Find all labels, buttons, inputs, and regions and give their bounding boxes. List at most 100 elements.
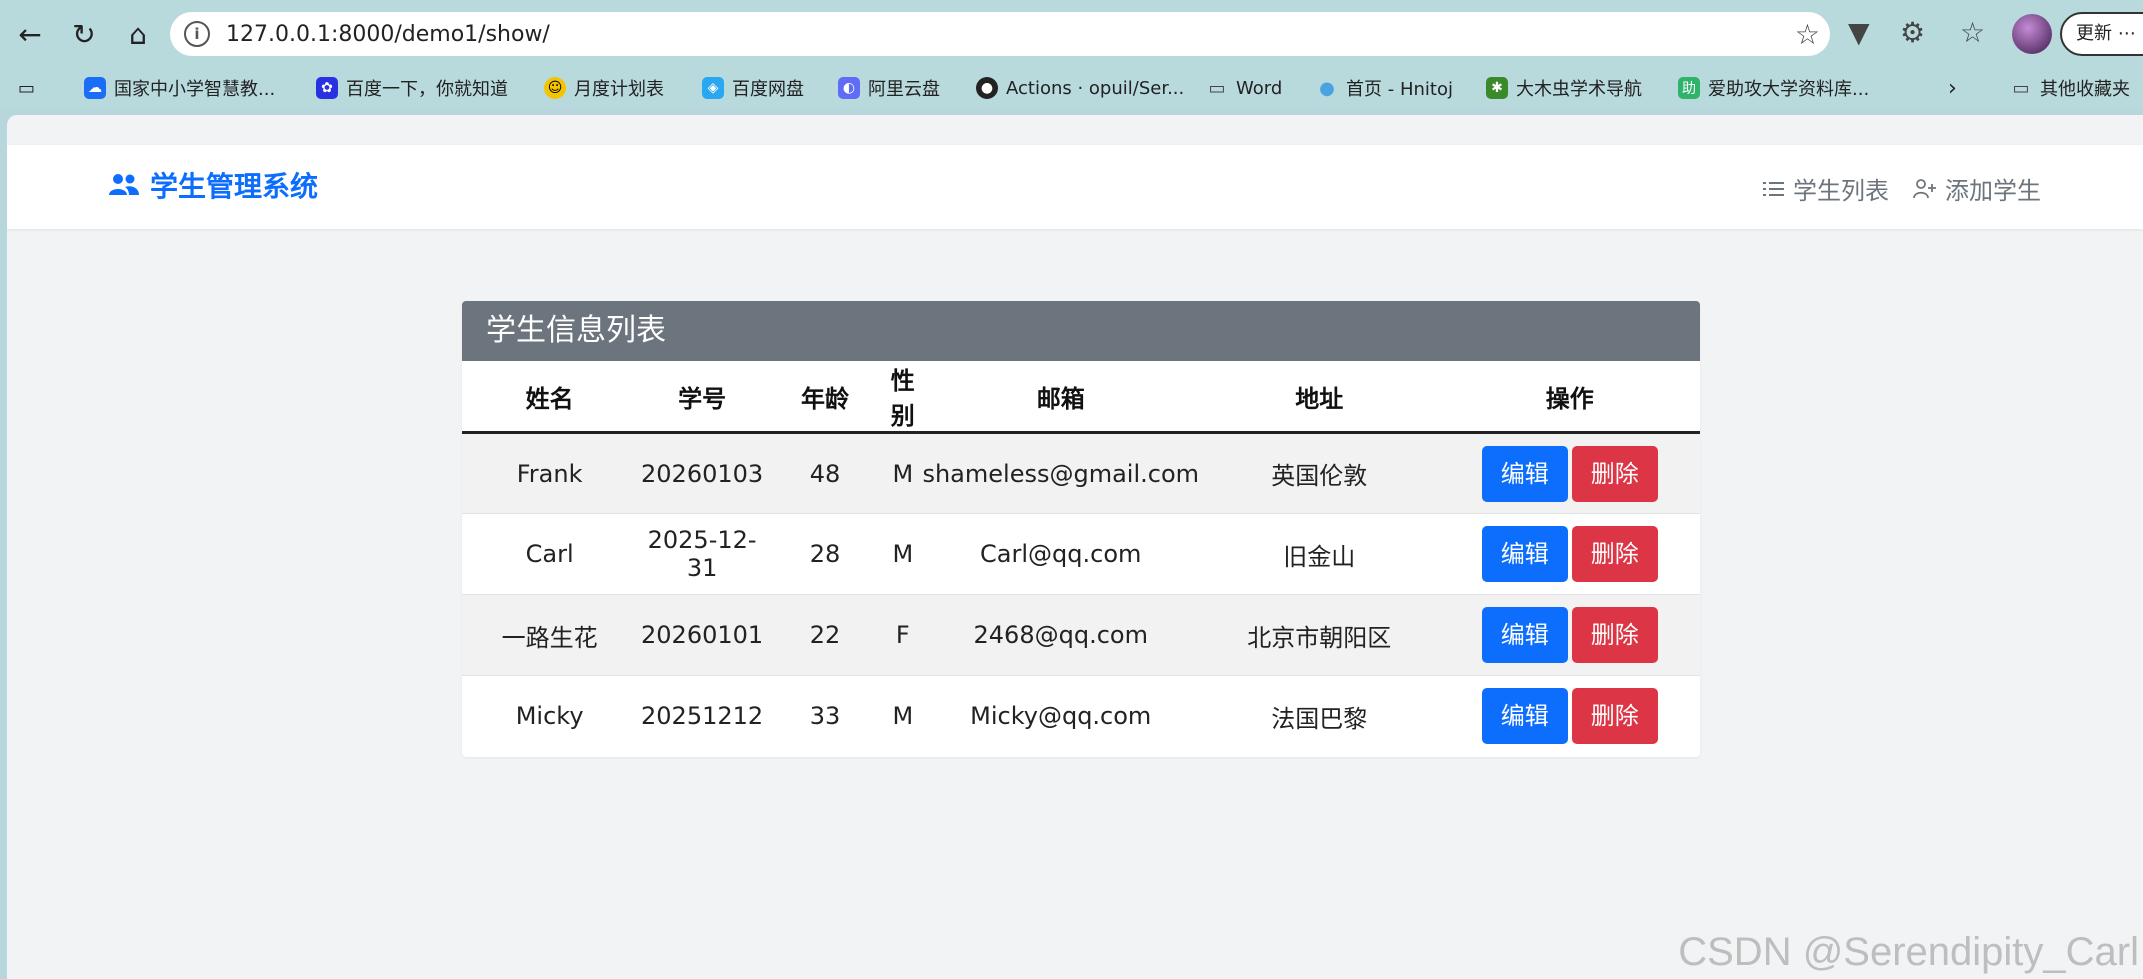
list-icon [1763, 181, 1784, 196]
header-name: 姓名 [462, 361, 638, 434]
edit-button[interactable]: 编辑 [1481, 607, 1568, 663]
baidu-netdisk-icon: ◈ [702, 77, 724, 99]
water-drop-icon: ● [1319, 77, 1335, 99]
delete-button[interactable]: 删除 [1571, 526, 1658, 582]
bookmark-item[interactable]: ☺ 月度计划表 [544, 74, 664, 102]
brand[interactable]: 学生管理系统 [108, 165, 318, 205]
bookmarks-bar: ▭ ☁ 国家中小学智慧教... ✿ 百度一下，你就知道 ☺ 月度计划表 ◈ 百度网盘 ◐… [0, 68, 2143, 108]
bookmark-label: 首页 - Hnitoj [1346, 79, 1453, 100]
cell-email: shameless@gmail.com [922, 432, 1200, 514]
nav-add-student-label: 添加学生 [1945, 177, 2041, 205]
cell-email: Carl@qq.com [922, 513, 1200, 595]
cell-actions: 编辑 删除 [1439, 432, 1700, 514]
extension-v-icon[interactable]: ▼ [1848, 16, 1870, 49]
bookmark-item[interactable]: 助爱助攻大学资料库... [1678, 74, 1869, 102]
favorites-icon[interactable]: ☆ [1960, 16, 1985, 49]
delete-button[interactable]: 删除 [1571, 688, 1658, 745]
edit-button[interactable]: 编辑 [1481, 526, 1568, 582]
cell-gender: M [883, 432, 923, 514]
table-row: Carl 2025-12-31 28 M Carl@qq.com 旧金山 编辑删… [462, 513, 1700, 595]
cell-actions: 编辑 删除 [1439, 675, 1700, 757]
chevron-right-icon[interactable]: › [1948, 74, 1957, 102]
cell-gender: F [883, 594, 923, 676]
bookmark-label: Actions · opuil/Ser... [1006, 77, 1185, 99]
student-table-card: 学生信息列表 姓名 学号 年龄 性别 邮箱 地址 操作 Frank 202601… [462, 301, 1700, 757]
cell-email: 2468@qq.com [922, 594, 1200, 676]
delete-button[interactable]: 删除 [1571, 445, 1658, 502]
bookmark-item[interactable]: ✱ 大木虫学术导航 [1486, 74, 1642, 102]
avatar[interactable] [2012, 14, 2052, 54]
header-id: 学号 [637, 361, 767, 434]
cell-name: Frank [462, 432, 638, 514]
cell-id: 20251212 [637, 675, 767, 757]
delete-button[interactable]: 删除 [1571, 607, 1658, 663]
bookmark-label: 其他收藏夹 [2040, 79, 2130, 100]
cloud-icon: ☁ [84, 77, 106, 99]
help-icon: 助 [1678, 77, 1700, 99]
cell-address: 北京市朝阳区 [1199, 594, 1440, 676]
bookmark-item[interactable]: ● Actions · opuil/Ser... [976, 74, 1184, 102]
cell-address: 法国巴黎 [1199, 675, 1440, 757]
cell-actions: 编辑 删除 [1439, 513, 1700, 595]
cell-age: 33 [766, 675, 884, 757]
cell-gender: M [883, 675, 923, 757]
cell-age: 28 [766, 513, 884, 595]
bookmark-item[interactable]: ☁ 国家中小学智慧教... [84, 74, 275, 102]
bookmark-item[interactable]: ◐ 阿里云盘 [838, 74, 940, 102]
folder-icon: ▭ [1208, 77, 1226, 99]
header-address: 地址 [1199, 361, 1440, 434]
nav-student-list[interactable]: 学生列表 [1763, 171, 1889, 206]
cell-age: 22 [766, 594, 884, 676]
back-icon[interactable]: ← [10, 14, 50, 54]
user-plus-icon [1913, 178, 1936, 198]
smiley-icon: ☺ [544, 77, 566, 99]
nav-add-student[interactable]: 添加学生 [1913, 171, 2041, 206]
bookmark-label: Word [1236, 77, 1283, 99]
cell-age: 48 [766, 432, 884, 514]
bookmark-item[interactable]: ▭ 其他收藏夹 [2010, 74, 2130, 102]
bookmark-label: 国家中小学智慧教... [114, 79, 276, 100]
bookmark-item[interactable]: ✿ 百度一下，你就知道 [316, 74, 508, 102]
aliyun-drive-icon: ◐ [838, 77, 860, 99]
home-icon[interactable]: ⌂ [118, 14, 158, 54]
edit-button[interactable]: 编辑 [1481, 688, 1568, 745]
cell-email: Micky@qq.com [922, 675, 1200, 757]
bookmark-item[interactable]: ◈ 百度网盘 [702, 74, 804, 102]
cell-address: 英国伦敦 [1199, 432, 1440, 514]
card-title: 学生信息列表 [462, 301, 1700, 361]
folder-icon: ▭ [2012, 77, 2030, 99]
table-row: 一路生花 20260101 22 F 2468@qq.com 北京市朝阳区 编辑… [462, 594, 1700, 676]
cell-address: 旧金山 [1199, 513, 1440, 595]
tab-actions-icon[interactable]: ▭ [18, 74, 35, 102]
extensions-icon[interactable]: ⚙ [1900, 16, 1925, 49]
cell-id: 2025-12-31 [637, 513, 767, 595]
github-icon: ● [976, 77, 998, 99]
cell-id: 20260103 [637, 432, 767, 514]
baidu-icon: ✿ [316, 77, 338, 99]
bookmark-item[interactable]: ▭ Word [1206, 74, 1282, 102]
nav-student-list-label: 学生列表 [1793, 177, 1889, 205]
cell-name: 一路生花 [462, 594, 638, 676]
cell-id: 20260101 [637, 594, 767, 676]
favorite-star-icon[interactable]: ☆ [1795, 18, 1820, 51]
site-info-icon[interactable]: i [184, 21, 210, 47]
bookmark-label: 月度计划表 [574, 79, 664, 100]
bookmark-item[interactable]: ● 首页 - Hnitoj [1316, 74, 1453, 102]
cell-name: Micky [462, 675, 638, 757]
edit-button[interactable]: 编辑 [1481, 445, 1568, 502]
bookmark-label: 阿里云盘 [868, 79, 940, 100]
address-bar[interactable]: i 127.0.0.1:8000/demo1/show/ ☆ [170, 12, 1830, 56]
bookmark-label: 百度网盘 [732, 79, 804, 100]
url-text[interactable]: 127.0.0.1:8000/demo1/show/ [226, 22, 550, 47]
table-header-row: 姓名 学号 年龄 性别 邮箱 地址 操作 [462, 361, 1700, 434]
watermark: CSDN @Serendipity_Carl [1678, 930, 2139, 974]
users-icon [109, 174, 139, 195]
navbar: 学生管理系统 学生列表 添加学生 [7, 145, 2143, 229]
header-gender: 性别 [883, 361, 923, 434]
header-email: 邮箱 [922, 361, 1200, 434]
page-viewport: 学生管理系统 学生列表 添加学生 学生信息列表 姓名 学号 年龄 性别 邮箱 地… [7, 115, 2143, 979]
cell-actions: 编辑 删除 [1439, 594, 1700, 676]
bookmark-label: 大木虫学术导航 [1516, 79, 1642, 100]
reload-icon[interactable]: ↻ [64, 14, 104, 54]
update-button[interactable]: 更新 ⋯ [2060, 12, 2143, 56]
